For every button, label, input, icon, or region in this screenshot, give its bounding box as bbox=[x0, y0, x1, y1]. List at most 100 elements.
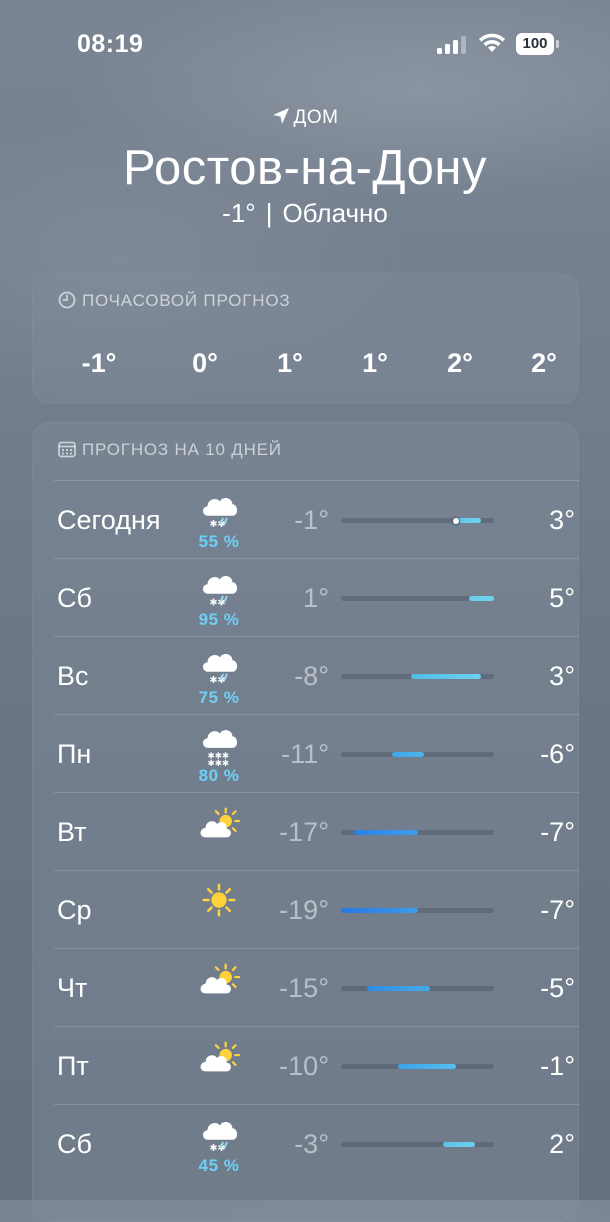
separator: | bbox=[265, 198, 273, 228]
day-name: Чт bbox=[57, 973, 88, 1003]
temp-range-fill bbox=[443, 1142, 475, 1147]
battery-level: 100 bbox=[522, 35, 548, 52]
calendar-icon bbox=[58, 441, 76, 458]
location-label: ДОМ bbox=[0, 107, 610, 129]
precip-chance: 80 % bbox=[198, 766, 240, 785]
snow-cloud-icon: ✱✱ bbox=[202, 576, 238, 608]
ten-day-forecast-header: ПРОГНОЗ НА 10 ДНЕЙ bbox=[58, 440, 282, 460]
wifi-icon bbox=[479, 33, 505, 52]
svg-text:✱✱: ✱✱ bbox=[209, 1143, 225, 1154]
day-low-temp: -11° bbox=[281, 739, 329, 769]
day-high-temp: 2° bbox=[549, 1129, 575, 1159]
hour-temp: 0° bbox=[192, 348, 218, 378]
ten-day-forecast-card[interactable]: ПРОГНОЗ НА 10 ДНЕЙ Сегодня ✱✱ 55 % -1° 3° Сб ✱… bbox=[32, 422, 579, 1222]
day-name: Вт bbox=[57, 817, 87, 847]
current-condition: Облачно bbox=[282, 198, 388, 228]
temp-range-bar bbox=[341, 674, 494, 679]
svg-text:✱✱: ✱✱ bbox=[209, 675, 225, 686]
day-high-temp: -7° bbox=[540, 817, 575, 847]
day-name: Сб bbox=[57, 583, 92, 613]
clock-icon bbox=[58, 291, 76, 309]
day-name: Сегодня bbox=[57, 505, 161, 535]
hour-temp: 1° bbox=[277, 348, 303, 378]
day-name: Пн bbox=[57, 739, 92, 769]
day-row[interactable]: Сегодня ✱✱ 55 % -1° 3° bbox=[54, 480, 579, 559]
svg-text:✱✱: ✱✱ bbox=[209, 519, 225, 530]
snow-cloud-icon: ✱✱ bbox=[202, 1122, 238, 1154]
hourly-forecast-header: ПОЧАСОВОЙ ПРОГНОЗ bbox=[58, 291, 290, 311]
partly-sunny-icon bbox=[200, 963, 241, 994]
day-low-temp: -19° bbox=[279, 895, 329, 925]
sun-icon bbox=[202, 883, 236, 917]
temp-range-bar bbox=[341, 1142, 494, 1147]
day-row[interactable]: Вт -17° -7° bbox=[54, 792, 579, 871]
precip-chance: 95 % bbox=[198, 610, 240, 629]
temp-range-fill bbox=[468, 596, 494, 601]
temp-range-bar bbox=[341, 830, 494, 835]
day-high-temp: -7° bbox=[540, 895, 575, 925]
precip-chance: 75 % bbox=[198, 688, 240, 707]
day-row[interactable]: Сб ✱✱ 95 % 1° 5° bbox=[54, 558, 579, 637]
status-bar: 08:19 100 bbox=[0, 0, 610, 90]
day-high-temp: -6° bbox=[540, 739, 575, 769]
day-high-temp: 3° bbox=[549, 505, 575, 535]
temp-range-fill bbox=[392, 752, 424, 757]
svg-text:✱✱: ✱✱ bbox=[209, 597, 225, 608]
hour-temp: 2° bbox=[531, 348, 557, 378]
day-low-temp: 1° bbox=[303, 583, 329, 613]
current-temp-dot bbox=[452, 517, 459, 524]
day-row[interactable]: Вс ✱✱ 75 % -8° 3° bbox=[54, 636, 579, 715]
snow-heavy-icon: ✱✱✱✱✱✱ bbox=[202, 730, 238, 767]
precip-chance: 45 % bbox=[198, 1156, 240, 1175]
battery-tip bbox=[556, 40, 559, 48]
day-row[interactable]: Ср -19° -7° bbox=[54, 870, 579, 949]
day-high-temp: -1° bbox=[540, 1051, 575, 1081]
temp-range-fill bbox=[366, 986, 431, 991]
day-low-temp: -10° bbox=[279, 1051, 329, 1081]
day-low-temp: -3° bbox=[294, 1129, 329, 1159]
day-low-temp: -8° bbox=[294, 661, 329, 691]
hourly-forecast-card[interactable]: ПОЧАСОВОЙ ПРОГНОЗ -1° 0° 1° 1° 2° 2° bbox=[32, 273, 579, 404]
day-high-temp: -5° bbox=[540, 973, 575, 1003]
precip-chance: 55 % bbox=[198, 532, 240, 551]
hourly-forecast-title: ПОЧАСОВОЙ ПРОГНОЗ bbox=[82, 291, 291, 310]
signal-icon bbox=[437, 34, 467, 54]
temp-range-fill bbox=[411, 674, 482, 679]
day-low-temp: -1° bbox=[294, 505, 329, 535]
day-name: Пт bbox=[57, 1051, 89, 1081]
day-low-temp: -17° bbox=[279, 817, 329, 847]
day-name: Вс bbox=[57, 661, 89, 691]
snow-cloud-icon: ✱✱ bbox=[202, 654, 238, 686]
city-name: Ростов-на-Дону bbox=[123, 141, 487, 195]
battery-icon: 100 bbox=[516, 33, 554, 55]
temp-range-bar bbox=[341, 517, 494, 524]
day-name: Сб bbox=[57, 1129, 92, 1159]
day-row[interactable]: Пн ✱✱✱ ✱✱✱ 80 % -11° -6° bbox=[54, 714, 579, 793]
day-name: Ср bbox=[57, 895, 92, 925]
partly-sunny-icon bbox=[200, 1041, 241, 1072]
snow-cloud-icon: ✱✱ bbox=[202, 498, 238, 530]
hour-temp: -1° bbox=[81, 348, 117, 378]
hour-temp: 1° bbox=[362, 348, 388, 378]
temp-range-bar bbox=[341, 908, 494, 913]
ten-day-forecast-title: ПРОГНОЗ НА 10 ДНЕЙ bbox=[82, 440, 282, 459]
location-arrow-icon bbox=[272, 108, 289, 124]
day-high-temp: 5° bbox=[549, 583, 575, 613]
temp-range-bar bbox=[341, 752, 494, 757]
day-row[interactable]: Пт -10° -1° bbox=[54, 1026, 579, 1105]
day-high-temp: 3° bbox=[549, 661, 575, 691]
current-temp: -1° bbox=[222, 198, 256, 228]
temp-range-bar bbox=[341, 596, 494, 601]
status-time: 08:19 bbox=[77, 30, 144, 58]
current-conditions: -1° | Облачно bbox=[0, 198, 610, 229]
temp-range-bar bbox=[341, 1064, 494, 1069]
temp-range-fill bbox=[455, 518, 482, 523]
day-row[interactable]: Чт -15° -5° bbox=[54, 948, 579, 1027]
hour-temp: 2° bbox=[447, 348, 473, 378]
temp-range-bar bbox=[341, 986, 494, 991]
day-row[interactable]: Сб ✱✱ 45 % -3° 2° bbox=[54, 1104, 579, 1183]
location-label-text: ДОМ bbox=[293, 107, 339, 128]
temp-range-fill bbox=[341, 908, 418, 913]
day-low-temp: -15° bbox=[279, 973, 329, 1003]
temp-range-fill bbox=[353, 830, 418, 835]
